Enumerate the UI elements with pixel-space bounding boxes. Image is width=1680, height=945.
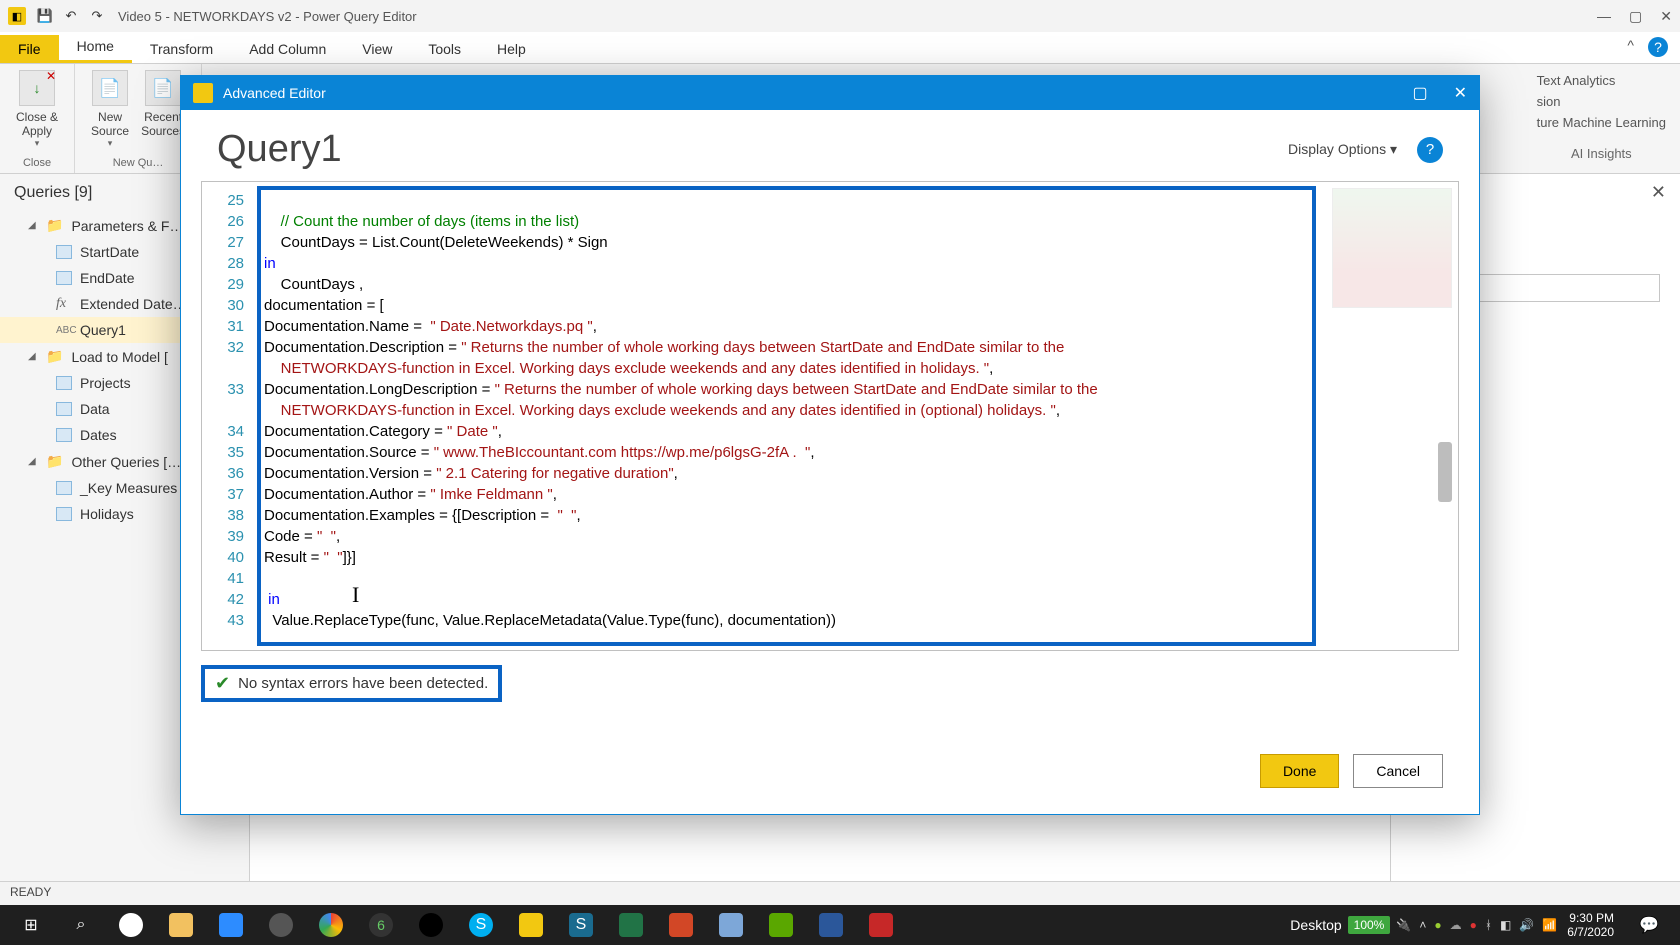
- query-name-heading: Query1: [217, 128, 342, 171]
- minimap[interactable]: [1332, 188, 1452, 308]
- task-snagit[interactable]: S: [560, 909, 602, 941]
- recent-sources-icon: 📄: [145, 70, 181, 106]
- undo-icon[interactable]: ↶: [62, 7, 80, 25]
- tray-circle-green-icon[interactable]: ●: [1434, 918, 1441, 932]
- system-tray[interactable]: 🔌 ˄ ● ☁ ● ᚼ ◧ 🔊 📶: [1396, 918, 1557, 932]
- task-zoom[interactable]: [210, 909, 252, 941]
- file-tab[interactable]: File: [0, 35, 59, 63]
- title-bar: ◧ 💾 ↶ ↷ Video 5 - NETWORKDAYS v2 - Power…: [0, 0, 1680, 32]
- redo-icon[interactable]: ↷: [88, 7, 106, 25]
- task-dashlane[interactable]: [410, 909, 452, 941]
- group-new-query: New Qu…: [113, 153, 164, 169]
- ai-insights-group: Text Analytics sion ture Machine Learnin…: [1523, 64, 1680, 173]
- task-dragon[interactable]: 6: [360, 909, 402, 941]
- text-cursor-icon: I: [352, 582, 359, 608]
- tray-power-icon[interactable]: 🔌: [1396, 918, 1411, 932]
- dialog-close-button[interactable]: ✕: [1454, 83, 1467, 103]
- new-source-button[interactable]: 📄 New Source ▾: [85, 66, 135, 153]
- group-ai-insights: AI Insights: [1537, 143, 1666, 164]
- maximize-button[interactable]: ▢: [1629, 8, 1642, 25]
- tray-wifi-icon[interactable]: 📶: [1542, 918, 1557, 932]
- collapse-ribbon-icon[interactable]: ^: [1627, 37, 1634, 57]
- status-bar: READY: [0, 881, 1680, 905]
- help-icon[interactable]: ?: [1648, 37, 1668, 57]
- clock[interactable]: 9:30 PM 6/7/2020: [1567, 911, 1614, 940]
- line-numbers: 2526272829303132 33 34353637383940414243: [208, 190, 254, 631]
- text-analytics-button[interactable]: Text Analytics: [1537, 70, 1666, 91]
- tray-onedrive-icon[interactable]: ☁: [1450, 918, 1462, 932]
- tab-view[interactable]: View: [344, 35, 410, 63]
- task-excel[interactable]: [610, 909, 652, 941]
- ribbon-tabs: File Home Transform Add Column View Tool…: [0, 32, 1680, 64]
- minimize-button[interactable]: —: [1597, 8, 1611, 25]
- tray-chevron-up-icon[interactable]: ˄: [1419, 918, 1426, 932]
- save-icon[interactable]: 💾: [36, 7, 54, 25]
- tab-transform[interactable]: Transform: [132, 35, 231, 63]
- scrollbar-thumb[interactable]: [1438, 442, 1452, 502]
- battery-indicator[interactable]: 100%: [1348, 916, 1391, 934]
- azure-ml-button[interactable]: ture Machine Learning: [1537, 112, 1666, 133]
- taskbar: ⊞ ⌕ 6 S S Desktop 100% 🔌 ˄ ● ☁ ● ᚼ ◧ 🔊 📶…: [0, 905, 1680, 945]
- vision-button[interactable]: sion: [1537, 91, 1666, 112]
- task-powerpoint[interactable]: [660, 909, 702, 941]
- tab-home[interactable]: Home: [59, 32, 132, 63]
- search-button[interactable]: ⌕: [60, 909, 102, 941]
- task-notepad[interactable]: [710, 909, 752, 941]
- syntax-status: ✔ No syntax errors have been detected.: [201, 665, 502, 702]
- task-yandex[interactable]: [110, 909, 152, 941]
- tray-volume-icon[interactable]: 🔊: [1519, 918, 1534, 932]
- task-word[interactable]: [810, 909, 852, 941]
- code-content[interactable]: // Count the number of days (items in th…: [264, 190, 1308, 642]
- new-source-icon: 📄: [92, 70, 128, 106]
- task-camtasia[interactable]: [760, 909, 802, 941]
- close-panel-icon[interactable]: ✕: [1651, 182, 1666, 203]
- tab-add-column[interactable]: Add Column: [231, 35, 344, 63]
- task-chrome[interactable]: [310, 909, 352, 941]
- check-icon: ✔: [215, 673, 230, 694]
- start-button[interactable]: ⊞: [10, 909, 52, 941]
- close-apply-icon: ✕ ↓: [19, 70, 55, 106]
- dialog-help-icon[interactable]: ?: [1417, 137, 1443, 163]
- window-title: Video 5 - NETWORKDAYS v2 - Power Query E…: [118, 9, 417, 24]
- tray-app-icon[interactable]: ◧: [1500, 918, 1511, 932]
- group-close: Close: [23, 153, 51, 169]
- close-apply-button[interactable]: ✕ ↓ Close & Apply ▾: [10, 66, 64, 153]
- display-options-dropdown[interactable]: Display Options ▾: [1288, 141, 1397, 158]
- dialog-app-icon: [193, 83, 213, 103]
- cancel-button[interactable]: Cancel: [1353, 754, 1443, 788]
- code-editor[interactable]: 2526272829303132 33 34353637383940414243…: [201, 181, 1459, 651]
- tray-mic-icon[interactable]: ●: [1470, 918, 1477, 932]
- tray-bluetooth-icon[interactable]: ᚼ: [1485, 918, 1492, 932]
- done-button[interactable]: Done: [1260, 754, 1339, 788]
- task-powerbi[interactable]: [510, 909, 552, 941]
- task-recorder[interactable]: [860, 909, 902, 941]
- advanced-editor-dialog: Advanced Editor ▢ ✕ Query1 Display Optio…: [180, 75, 1480, 815]
- task-media[interactable]: [260, 909, 302, 941]
- show-desktop-button[interactable]: Desktop: [1290, 917, 1341, 933]
- dialog-title-bar: Advanced Editor ▢ ✕: [181, 76, 1479, 110]
- action-center-icon[interactable]: 💬: [1628, 909, 1670, 941]
- dialog-title: Advanced Editor: [223, 85, 326, 101]
- app-icon: ◧: [8, 7, 26, 25]
- close-button[interactable]: ✕: [1660, 8, 1672, 25]
- tab-tools[interactable]: Tools: [410, 35, 479, 63]
- task-skype[interactable]: S: [460, 909, 502, 941]
- task-explorer[interactable]: [160, 909, 202, 941]
- dialog-maximize-button[interactable]: ▢: [1412, 83, 1427, 103]
- tab-help[interactable]: Help: [479, 35, 544, 63]
